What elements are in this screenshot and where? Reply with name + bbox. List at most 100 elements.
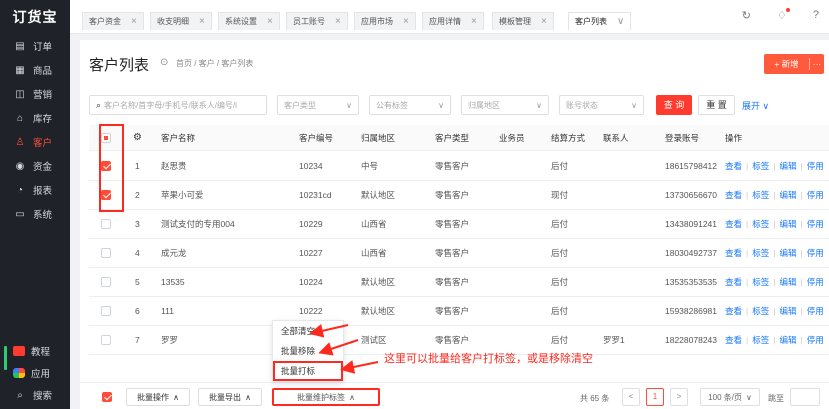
next-page-button[interactable]: > [670,388,688,406]
column-header: 客户名称 [161,133,196,143]
sidebar-item-monitor[interactable]: ▭ 系统 [0,202,70,226]
menu-item-batch-remove[interactable]: 批量移除 [273,341,343,361]
op-link-2[interactable]: 编辑 [779,306,796,316]
table-row[interactable]: 6 111 10222 默认地区 零售客户 后付 15938286981 查看 | 标签 | 编辑 | 停… [89,297,829,326]
search-input[interactable]: ⌕ 客户名称/首字母/手机号/联系人/编号/l [89,95,267,115]
prev-page-button[interactable]: < [622,388,640,406]
menu-item-clear-all[interactable]: 全部清空 [273,321,343,341]
op-link-3[interactable]: 停用 [807,306,824,316]
op-link-1[interactable]: 标签 [752,248,769,258]
sidebar-item-warehouse[interactable]: ⌂ 库存 [0,106,70,130]
more-icon[interactable]: ··· [810,59,824,69]
op-link-1[interactable]: 标签 [752,277,769,287]
sidebar-item-order[interactable]: ▤ 订单 [0,34,70,58]
batch-export-button[interactable]: 批量导出 ∧ [198,388,262,406]
op-link-1[interactable]: 标签 [752,161,769,171]
row-checkbox[interactable] [101,248,111,258]
sidebar-item-search[interactable]: ⌕ 搜索 [0,384,70,406]
op-link-0[interactable]: 查看 [725,190,742,200]
sidebar-item-customer[interactable]: ♙ 客户 [0,130,70,154]
row-actions: 查看 | 标签 | 编辑 | 停用 [725,326,824,355]
op-link-1[interactable]: 标签 [752,190,769,200]
close-icon[interactable]: × [131,16,137,27]
table-row[interactable]: 4 成元龙 10227 山西省 零售客户 后付 18030492737 查看 | 标签 | 编辑 | 停用 [89,239,829,268]
help-icon[interactable]: ? [813,9,819,22]
op-link-3[interactable]: 停用 [807,161,824,171]
sidebar-item-money[interactable]: ◉ 资金 [0,154,70,178]
jump-page-input[interactable] [790,388,820,406]
op-link-3[interactable]: 停用 [807,335,824,345]
op-link-1[interactable]: 标签 [752,219,769,229]
close-icon[interactable]: × [335,16,341,27]
close-icon[interactable]: × [267,16,273,27]
row-checkbox[interactable] [101,219,111,229]
batch-ops-button[interactable]: 批量操作 ∧ [126,388,190,406]
add-customer-button[interactable]: + 新增 ··· [764,54,824,74]
sidebar-item-marketing[interactable]: ◫ 营销 [0,82,70,106]
close-icon[interactable]: × [199,16,205,27]
op-link-2[interactable]: 编辑 [779,219,796,229]
tab-7[interactable]: 客户列表 ∨ [568,12,632,30]
op-link-0[interactable]: 查看 [725,161,742,171]
row-checkbox[interactable] [101,335,111,345]
op-link-3[interactable]: 停用 [807,219,824,229]
tag-select[interactable]: 公有标签 ∨ [369,95,451,115]
sidebar-item-report[interactable]: ◔ 报表 [0,178,70,202]
op-link-2[interactable]: 编辑 [779,277,796,287]
op-link-0[interactable]: 查看 [725,219,742,229]
tab-4[interactable]: 应用市场 × [354,12,416,30]
op-link-2[interactable]: 编辑 [779,335,796,345]
expand-filters-link[interactable]: 展开 ∨ [742,99,769,112]
op-separator: | [746,248,749,258]
op-link-0[interactable]: 查看 [725,306,742,316]
table-row[interactable]: 5 13535 10224 默认地区 零售客户 后付 13535353535 查看 | 标签 | 编辑… [89,268,829,297]
table-row[interactable]: 1 赵思贵 10234 中号 零售客户 后付 18615798412 查看 | 标签 | 编辑 | 停用 [89,152,829,181]
help-circle-icon[interactable]: ⊙ [160,57,168,68]
sidebar-item-label: 客户 [33,138,53,149]
batch-tags-button[interactable]: 批量维护标签 ∧ [272,388,380,406]
refresh-icon[interactable]: ↻ [742,9,751,22]
op-link-2[interactable]: 编辑 [779,161,796,171]
op-separator: | [746,190,749,200]
tab-5[interactable]: 应用详情 × [422,12,484,30]
tab-3[interactable]: 员工账号 × [286,12,348,30]
account-status-select[interactable]: 账号状态 ∨ [559,95,644,115]
menu-item-batch-tag[interactable]: 批量打标 [273,361,343,381]
tab-0[interactable]: 客户资金 × [82,12,144,30]
op-link-0[interactable]: 查看 [725,335,742,345]
close-icon[interactable]: × [403,16,409,27]
table-row[interactable]: 3 测试支付的专用004 10229 山西省 零售客户 后付 13438091241 查看 | 标… [89,210,829,239]
op-link-0[interactable]: 查看 [725,277,742,287]
tab-1[interactable]: 收支明细 × [150,12,212,30]
page-number[interactable]: 1 [646,388,664,406]
op-link-1[interactable]: 标签 [752,306,769,316]
sidebar-item-tutorial[interactable]: 教程 [0,340,70,362]
tab-2[interactable]: 系统设置 × [218,12,280,30]
op-link-2[interactable]: 编辑 [779,248,796,258]
op-link-3[interactable]: 停用 [807,277,824,287]
op-link-2[interactable]: 编辑 [779,190,796,200]
chevron-down-icon[interactable]: ∨ [617,16,624,27]
bottom-select-checkbox[interactable] [102,392,112,402]
cell-pay: 后付 [551,161,569,171]
column-settings-icon[interactable]: ⚙ [133,125,142,151]
close-icon[interactable]: × [471,16,477,27]
region-select[interactable]: 归属地区 ∨ [461,95,549,115]
customer-type-select[interactable]: 客户类型 ∨ [277,95,359,115]
notification-bell[interactable]: ♢ [777,8,790,22]
close-icon[interactable]: × [541,16,547,27]
sidebar-item-goods[interactable]: ▦ 商品 [0,58,70,82]
reset-button[interactable]: 重 置 [698,95,735,115]
table-row[interactable]: 2 苹果小可爱 10231cd 默认地区 零售客户 现付 13730656670 查看 | 标签 |… [89,181,829,210]
cell-idx: 1 [135,161,140,171]
op-link-1[interactable]: 标签 [752,335,769,345]
op-link-0[interactable]: 查看 [725,248,742,258]
row-checkbox[interactable] [101,277,111,287]
query-button[interactable]: 查 询 [656,95,692,115]
tab-6[interactable]: 模板管理 × [492,12,554,30]
op-link-3[interactable]: 停用 [807,190,824,200]
page-size-select[interactable]: 100 条/页 ∨ [700,388,760,406]
sidebar-item-apps[interactable]: 应用 [0,362,70,384]
op-link-3[interactable]: 停用 [807,248,824,258]
row-checkbox[interactable] [101,306,111,316]
